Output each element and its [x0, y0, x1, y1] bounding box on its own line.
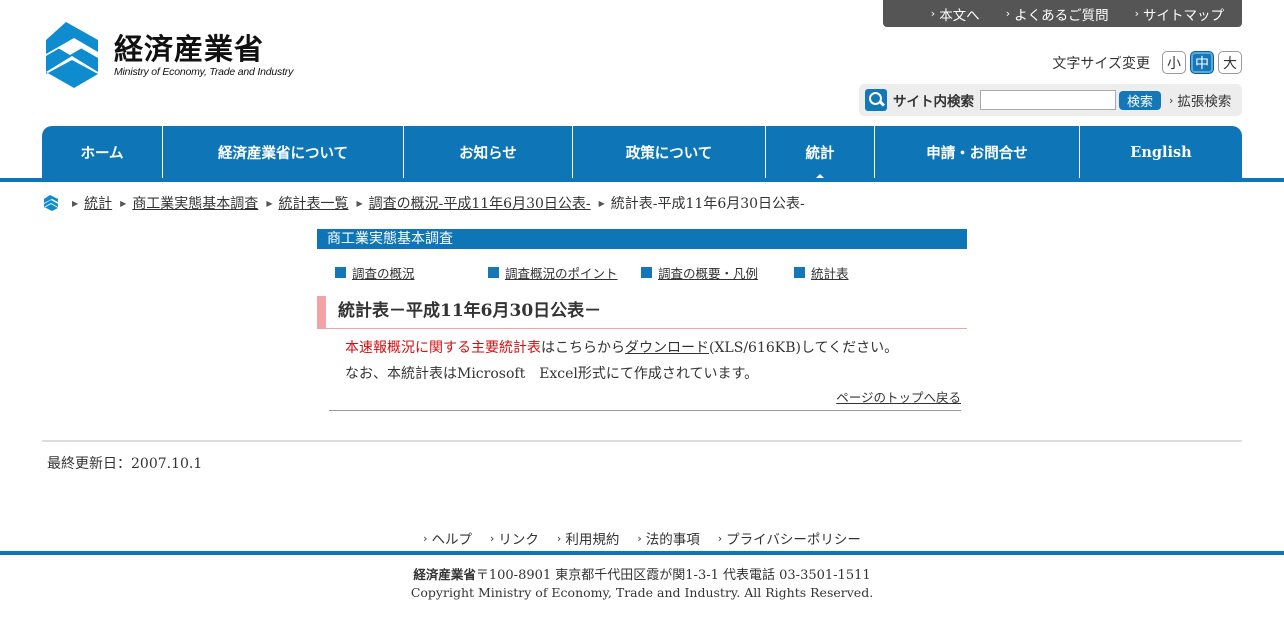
footer-links-link[interactable]: › リンク	[490, 528, 539, 549]
sub-navigation: 調査の概況 調査概況のポイント 調査の概要・凡例 統計表	[317, 263, 967, 282]
page-title: 統計表－平成11年6月30日公表－	[317, 296, 967, 329]
breadcrumb-overview[interactable]: 調査の概況-平成11年6月30日公表-	[369, 193, 591, 213]
sitemap-link[interactable]: › サイトマップ	[1135, 4, 1224, 24]
content-divider	[329, 410, 961, 411]
section-title: 商工業実態基本調査	[317, 229, 967, 249]
triangle-right-icon: ▶	[266, 198, 273, 208]
nav-news[interactable]: お知らせ	[404, 126, 573, 179]
breadcrumb-current: 統計表-平成11年6月30日公表-	[610, 196, 805, 212]
triangle-right-icon: ▶	[120, 198, 127, 208]
font-size-small-button[interactable]: 小	[1162, 51, 1186, 74]
global-nav: ホーム 経済産業省について お知らせ 政策について 統計 申請・お問合せ Eng…	[42, 126, 1242, 179]
square-bullet-icon	[335, 267, 346, 278]
logo-subtitle: Ministry of Economy, Trade and Industry	[114, 66, 294, 78]
footer-address: 経済産業省〒100-8901 東京都千代田区霞が関1-3-1 代表電話 03-3…	[413, 567, 871, 583]
chevron-right-icon: ›	[556, 531, 562, 545]
main-table-text: 本速報概況に関する主要統計表	[345, 340, 541, 356]
subnav-legend[interactable]: 調査の概要・凡例	[641, 263, 794, 282]
advanced-search-link[interactable]: › 拡張検索	[1169, 90, 1231, 111]
font-size-medium-button[interactable]: 中	[1190, 51, 1214, 74]
utility-bar: › 本文へ › よくあるご質問 › サイトマップ	[883, 0, 1242, 27]
chevron-right-icon: ›	[490, 531, 495, 545]
font-size-control: 文字サイズ変更 小 中 大	[1052, 51, 1242, 74]
search-label: サイト内検索	[893, 94, 974, 110]
chevron-right-icon: ›	[1134, 7, 1139, 20]
nav-policy[interactable]: 政策について	[573, 126, 766, 179]
footer-divider	[0, 551, 1284, 555]
home-logo-icon[interactable]	[44, 195, 58, 211]
breadcrumb-survey[interactable]: 商工業実態基本調査	[132, 193, 258, 213]
nav-contact[interactable]: 申請・お問合せ	[875, 126, 1080, 179]
chevron-right-icon: ›	[423, 531, 428, 545]
search-button[interactable]: 検索	[1119, 90, 1162, 110]
footer-legal-link[interactable]: › 法的事項	[637, 528, 699, 549]
page-divider	[42, 440, 1242, 442]
subnav-points[interactable]: 調査概況のポイント	[488, 263, 641, 282]
chevron-right-icon: ›	[637, 531, 642, 545]
chevron-right-icon: ›	[717, 531, 723, 545]
search-icon	[865, 89, 887, 111]
main-content: 商工業実態基本調査 調査の概況 調査概況のポイント 調査の概要・凡例 統計表 統…	[317, 229, 967, 411]
download-link[interactable]: ダウンロード	[625, 340, 709, 356]
font-size-large-button[interactable]: 大	[1218, 51, 1242, 74]
breadcrumb-table-list[interactable]: 統計表一覧	[278, 193, 348, 213]
breadcrumb: ▶ 統計 ▶ 商工業実態基本調査 ▶ 統計表一覧 ▶ 調査の概況-平成11年6月…	[44, 193, 805, 213]
nav-divider	[0, 178, 1284, 182]
chevron-right-icon: ›	[1169, 93, 1174, 107]
chevron-right-icon: ›	[1005, 7, 1011, 20]
skip-to-content-link[interactable]: › 本文へ	[931, 4, 980, 24]
logo-title: 経済産業省	[114, 32, 265, 66]
last-updated: 最終更新日：2007.10.1	[47, 456, 203, 472]
footer-org: 経済産業省	[413, 567, 476, 582]
nav-about[interactable]: 経済産業省について	[163, 126, 404, 179]
triangle-right-icon: ▶	[356, 198, 363, 208]
subnav-tables[interactable]: 統計表	[794, 263, 947, 282]
triangle-right-icon: ▶	[72, 198, 79, 208]
nav-english[interactable]: English	[1080, 126, 1242, 179]
search-input[interactable]	[980, 90, 1116, 110]
square-bullet-icon	[794, 267, 805, 278]
footer-privacy-link[interactable]: › プライバシーポリシー	[717, 528, 861, 549]
footer-help-link[interactable]: › ヘルプ	[423, 528, 472, 549]
subnav-overview[interactable]: 調査の概況	[335, 263, 488, 282]
format-note: なお、本統計表はMicrosoft Excel形式にて作成されています。	[345, 366, 759, 382]
footer-links: › ヘルプ › リンク › 利用規約 › 法的事項 › プライバシーポリシー	[0, 528, 1284, 549]
download-paragraph: 本速報概況に関する主要統計表はこちらからダウンロード(XLS/616KB)してく…	[345, 340, 899, 356]
copyright: Copyright Ministry of Economy, Trade and…	[410, 585, 874, 600]
footer-terms-link[interactable]: › 利用規約	[556, 528, 619, 549]
chevron-right-icon: ›	[930, 7, 936, 20]
back-to-top-link[interactable]: ページのトップへ戻る	[836, 390, 961, 405]
site-search: サイト内検索 検索 › 拡張検索	[859, 84, 1242, 116]
meti-logo-icon	[46, 22, 98, 88]
nav-home[interactable]: ホーム	[42, 126, 163, 179]
square-bullet-icon	[488, 267, 499, 278]
font-size-label: 文字サイズ変更	[1052, 55, 1150, 72]
meti-logo[interactable]: 経済産業省 Ministry of Economy, Trade and Ind…	[42, 22, 293, 90]
square-bullet-icon	[641, 267, 652, 278]
nav-statistics[interactable]: 統計	[766, 126, 875, 179]
triangle-right-icon: ▶	[598, 198, 605, 208]
faq-link[interactable]: › よくあるご質問	[1006, 4, 1109, 24]
breadcrumb-statistics[interactable]: 統計	[84, 193, 112, 213]
